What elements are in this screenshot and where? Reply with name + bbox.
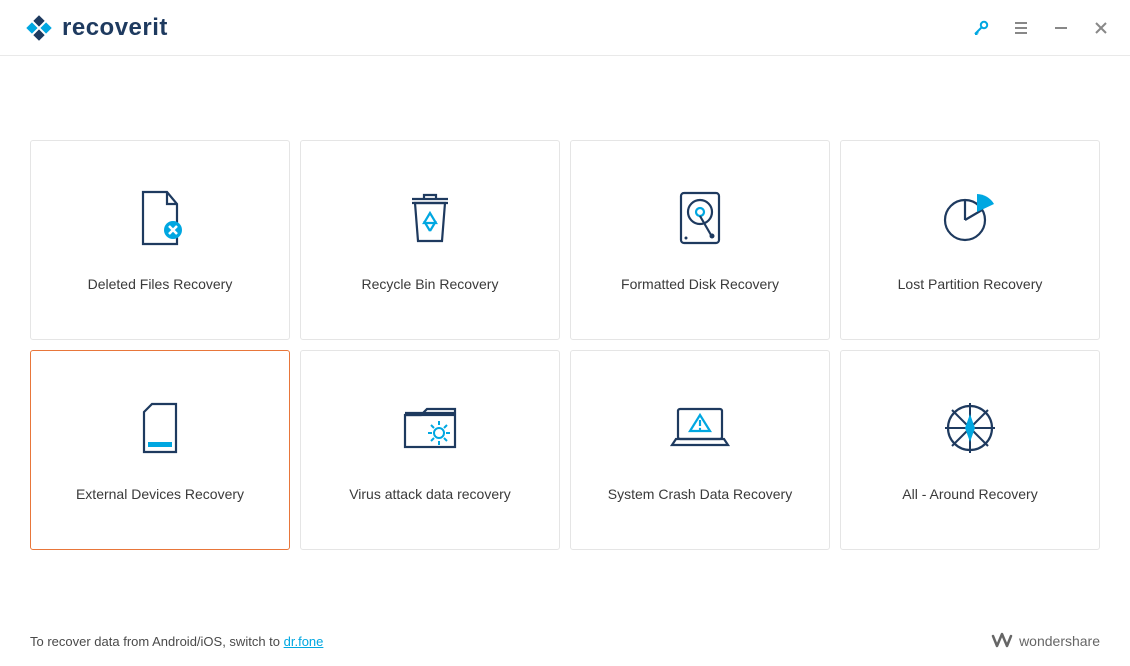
- window-controls: [972, 19, 1110, 37]
- footer: To recover data from Android/iOS, switch…: [30, 632, 1100, 650]
- compass-wheel-icon: [942, 398, 998, 458]
- card-label: System Crash Data Recovery: [608, 486, 792, 502]
- recycle-bin-icon: [407, 188, 453, 248]
- deleted-file-icon: [137, 188, 183, 248]
- wondershare-logo-icon: [991, 632, 1013, 650]
- card-external-devices-recovery[interactable]: External Devices Recovery: [30, 350, 290, 550]
- card-label: Lost Partition Recovery: [898, 276, 1043, 292]
- close-icon[interactable]: [1092, 19, 1110, 37]
- card-system-crash-data-recovery[interactable]: System Crash Data Recovery: [570, 350, 830, 550]
- minimize-icon[interactable]: [1052, 19, 1070, 37]
- card-lost-partition-recovery[interactable]: Lost Partition Recovery: [840, 140, 1100, 340]
- menu-icon[interactable]: [1012, 19, 1030, 37]
- titlebar: recoverit: [0, 0, 1130, 56]
- card-recycle-bin-recovery[interactable]: Recycle Bin Recovery: [300, 140, 560, 340]
- laptop-crash-icon: [668, 398, 732, 458]
- main-content: Deleted Files Recovery Recycle Bin Recov…: [0, 56, 1130, 550]
- key-icon[interactable]: [972, 19, 990, 37]
- virus-folder-icon: [401, 398, 459, 458]
- hard-disk-icon: [677, 188, 723, 248]
- footer-hint-text: To recover data from Android/iOS, switch…: [30, 634, 280, 649]
- brand-text: recoverit: [62, 14, 168, 42]
- company-name: wondershare: [1019, 633, 1100, 649]
- card-label: Virus attack data recovery: [349, 486, 511, 502]
- card-label: Deleted Files Recovery: [88, 276, 233, 292]
- drfone-link[interactable]: dr.fone: [284, 634, 324, 649]
- card-label: All - Around Recovery: [902, 486, 1037, 502]
- footer-hint: To recover data from Android/iOS, switch…: [30, 634, 323, 649]
- card-label: Formatted Disk Recovery: [621, 276, 779, 292]
- sd-card-icon: [140, 398, 180, 458]
- card-label: Recycle Bin Recovery: [362, 276, 499, 292]
- recoverit-logo-icon: [24, 13, 54, 43]
- card-formatted-disk-recovery[interactable]: Formatted Disk Recovery: [570, 140, 830, 340]
- card-deleted-files-recovery[interactable]: Deleted Files Recovery: [30, 140, 290, 340]
- card-virus-attack-data-recovery[interactable]: Virus attack data recovery: [300, 350, 560, 550]
- pie-partition-icon: [941, 188, 999, 248]
- app-logo: recoverit: [24, 13, 168, 43]
- recovery-options-grid: Deleted Files Recovery Recycle Bin Recov…: [30, 140, 1100, 550]
- company-brand: wondershare: [991, 632, 1100, 650]
- card-label: External Devices Recovery: [76, 486, 244, 502]
- card-all-around-recovery[interactable]: All - Around Recovery: [840, 350, 1100, 550]
